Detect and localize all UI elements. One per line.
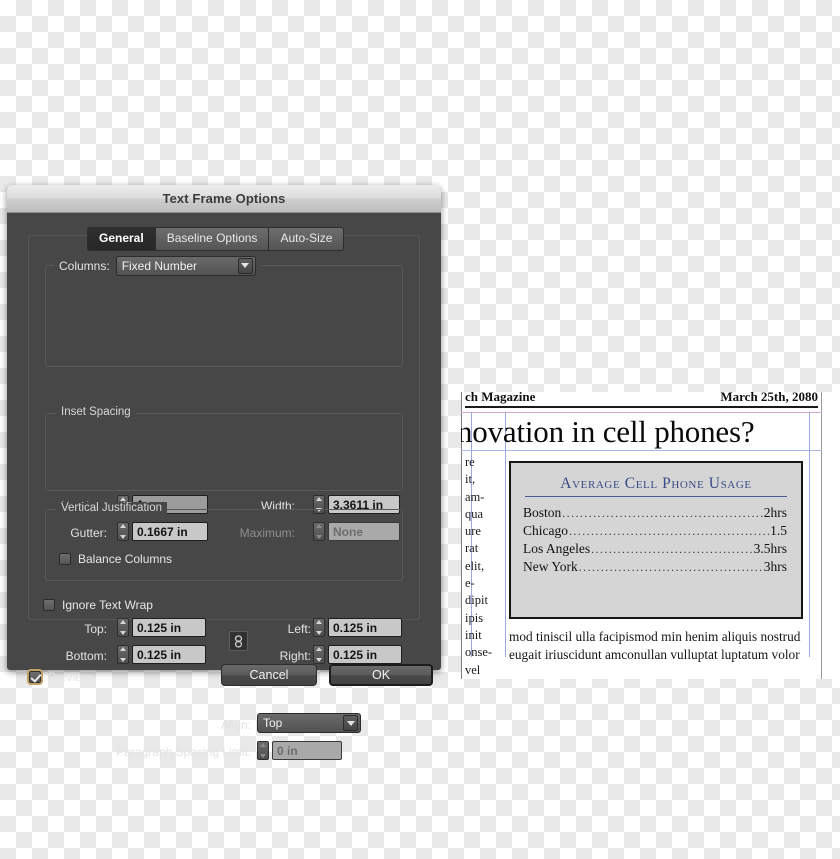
inset-left-control[interactable]: 0.125 in [313,618,402,637]
inset-top-control[interactable]: 0.125 in [117,618,206,637]
tab-auto-size[interactable]: Auto-Size [268,227,344,251]
paragraph-spacing-limit-label: Paragraph Spacing Limit: [93,745,251,759]
inset-right-stepper[interactable] [313,645,325,664]
vertical-justification-legend: Vertical Justification [56,502,167,514]
body-fragment: onse- [465,644,505,661]
inset-top-label: Top: [45,622,107,636]
body-text-bottom: mod tiniscil ulla facipismod min henim a… [509,628,809,663]
body-fragment: ure [465,523,505,540]
columns-legend: Columns: Fixed Number [54,255,261,276]
inset-bottom-input[interactable]: 0.125 in [132,645,206,664]
ok-button[interactable]: OK [329,664,433,686]
sidebar-row-value: 2hrs [764,504,787,521]
inset-bottom-label: Bottom: [37,649,107,663]
tab-general[interactable]: General [87,227,155,251]
dialog-titlebar[interactable]: Text Frame Options [7,185,441,213]
inset-left-stepper[interactable] [313,618,325,637]
body-fragment: init [465,627,505,644]
preview-checkbox[interactable] [29,671,41,683]
headline: novation in cell phones? [461,414,754,450]
align-select[interactable]: Top [257,713,361,733]
sidebar-row-name: Boston [523,504,561,521]
body-fragment: elit, [465,558,505,575]
inset-top-input[interactable]: 0.125 in [132,618,206,637]
masthead-left: ch Magazine [465,392,535,405]
list-item: Boston .................................… [523,504,787,522]
margin-guide-top [461,412,822,413]
body-fragment: dipit [465,592,505,609]
vertical-justification-group: Vertical Justification [45,509,403,581]
chain-link-icon[interactable] [229,631,248,651]
body-fragment: ipis [465,610,505,627]
sidebar-title: Average Cell Phone Usage [525,475,787,497]
inset-bottom-control[interactable]: 0.125 in [117,645,206,664]
sidebar-row-name: Chicago [523,522,568,539]
inset-bottom-stepper[interactable] [117,645,129,664]
body-fragment: e- [465,575,505,592]
leader-dots: ........................................… [591,541,753,558]
body-fragment: re [465,454,505,471]
dialog-body: General Baseline Options Auto-Size Colum… [7,213,441,670]
body-fragment: vel [465,662,505,679]
align-label: Align: [187,718,251,732]
preview-row[interactable]: Preview [29,670,91,684]
inset-right-control[interactable]: 0.125 in [313,645,402,664]
inset-spacing-legend: Inset Spacing [56,406,136,418]
sidebar-row-value: 3.5hrs [754,540,787,557]
sidebar-callout-box[interactable]: Average Cell Phone Usage Boston ........… [509,461,803,619]
inset-top-stepper[interactable] [117,618,129,637]
masthead-rule [465,406,818,408]
column-guide-3 [809,412,810,657]
body-fragment: am- [465,489,505,506]
sidebar-row-value: 1.5 [770,522,787,539]
columns-group: Columns: Fixed Number [45,265,403,367]
columns-type-value: Fixed Number [122,259,234,273]
leader-dots: ........................................… [562,505,762,522]
body-fragment: rat [465,540,505,557]
left-body-column: re it, am- qua ure rat elit, e- dipit ip… [465,454,505,679]
body-line: mod tiniscil ulla facipismod min henim a… [509,628,809,646]
body-line: eugait iriuscidunt amconullan vulluptat … [509,646,809,664]
text-frame-options-dialog: Text Frame Options General Baseline Opti… [7,185,441,670]
columns-type-select[interactable]: Fixed Number [116,256,256,276]
tab-baseline-options[interactable]: Baseline Options [155,227,269,251]
align-value: Top [263,716,339,730]
inset-right-label: Right: [245,649,311,663]
columns-label: Columns: [59,259,110,273]
preview-label: Preview [48,670,91,684]
inset-spacing-group: Inset Spacing [45,413,403,491]
inset-left-input[interactable]: 0.125 in [328,618,402,637]
chevron-down-icon [238,258,253,274]
focus-ring [27,669,43,685]
tab-bar: General Baseline Options Auto-Size [87,227,344,251]
inset-right-input[interactable]: 0.125 in [328,645,402,664]
masthead: ch Magazine March 25th, 2080 [465,392,818,405]
list-item: Los Angeles ............................… [523,540,787,558]
chevron-down-icon [343,715,358,731]
body-fragment: it, [465,471,505,488]
cancel-button[interactable]: Cancel [221,664,317,686]
paragraph-spacing-limit-control: 0 in [257,741,342,760]
ignore-text-wrap-label: Ignore Text Wrap [62,598,153,612]
text-frame-line [461,450,822,451]
leader-dots: ........................................… [569,523,769,540]
leader-dots: ........................................… [579,559,763,576]
masthead-right: March 25th, 2080 [720,392,818,405]
paragraph-spacing-limit-input: 0 in [272,741,342,760]
sidebar-row-value: 3hrs [764,558,787,575]
list-item: New York ...............................… [523,558,787,576]
body-fragment: qua [465,506,505,523]
document-preview[interactable]: ch Magazine March 25th, 2080 novation in… [461,392,840,679]
list-item: Chicago ................................… [523,522,787,540]
dialog-title: Text Frame Options [163,191,286,206]
sidebar-row-name: Los Angeles [523,540,590,557]
paragraph-spacing-limit-stepper [257,741,269,760]
pasteboard [822,392,840,679]
sidebar-row-name: New York [523,558,578,575]
inset-left-label: Left: [251,622,311,636]
ignore-text-wrap-checkbox[interactable] [43,599,55,611]
ignore-text-wrap-row[interactable]: Ignore Text Wrap [43,598,153,612]
sidebar-rows: Boston .................................… [523,504,787,576]
